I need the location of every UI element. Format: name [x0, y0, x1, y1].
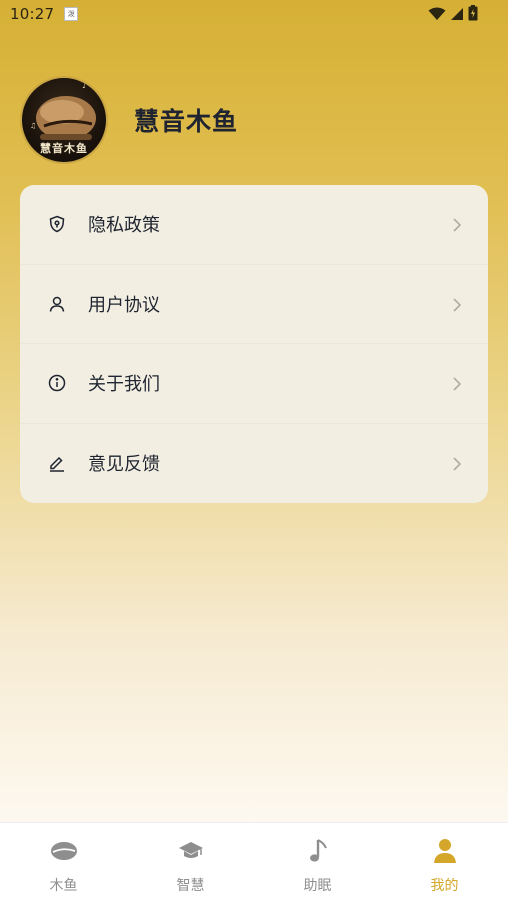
chevron-right-icon [452, 297, 462, 312]
tab-label: 我的 [430, 878, 459, 894]
svg-text:♪: ♪ [82, 81, 87, 90]
menu-item-label: 意见反馈 [88, 454, 160, 476]
chevron-right-icon [452, 376, 462, 391]
svg-text:♫: ♫ [30, 122, 36, 130]
menu-item-feedback[interactable]: 意见反馈 [20, 424, 488, 504]
wifi-icon [428, 6, 446, 25]
menu-item-label: 隐私政策 [88, 215, 160, 237]
tab-mine[interactable]: 我的 [381, 823, 508, 903]
menu-item-user-agreement[interactable]: 用户协议 [20, 265, 488, 344]
music-note-icon [304, 837, 332, 865]
app-name: 慧音木鱼 [134, 107, 239, 136]
edit-icon [48, 454, 66, 472]
tab-wisdom[interactable]: 智慧 [127, 823, 254, 903]
profile-header: ♪ ♫ 慧音木鱼 慧音木鱼 [20, 76, 238, 164]
menu-item-about-us[interactable]: 关于我们 [20, 344, 488, 424]
settings-menu-card: 隐私政策 用户协议 关于我们 意见反馈 [20, 185, 488, 503]
wooden-fish-icon [50, 837, 78, 865]
tab-label: 智慧 [176, 878, 205, 894]
menu-item-label: 用户协议 [88, 294, 160, 316]
chevron-right-icon [452, 217, 462, 232]
bottom-tab-bar: 木鱼 智慧 助眠 我的 [0, 822, 508, 903]
tab-label: 助眠 [303, 878, 332, 894]
graduation-cap-icon [177, 837, 205, 865]
person-icon [431, 837, 459, 865]
info-icon [48, 374, 66, 392]
tab-wooden-fish[interactable]: 木鱼 [0, 823, 127, 903]
status-bar: 10:27 泼 [0, 0, 508, 28]
tab-sleep-aid[interactable]: 助眠 [254, 823, 381, 903]
status-time: 10:27 [10, 5, 55, 23]
avatar[interactable]: ♪ ♫ 慧音木鱼 [20, 76, 108, 164]
user-icon [48, 295, 66, 313]
signal-icon [450, 6, 464, 25]
menu-item-label: 关于我们 [88, 374, 160, 396]
chevron-right-icon [452, 456, 462, 471]
battery-charging-icon [468, 5, 478, 25]
avatar-caption: 慧音木鱼 [40, 142, 88, 155]
app-notification-icon: 泼 [64, 7, 79, 21]
tab-label: 木鱼 [49, 878, 78, 894]
menu-item-privacy-policy[interactable]: 隐私政策 [20, 185, 488, 265]
shield-lock-icon [48, 215, 66, 233]
status-icons [428, 5, 478, 25]
